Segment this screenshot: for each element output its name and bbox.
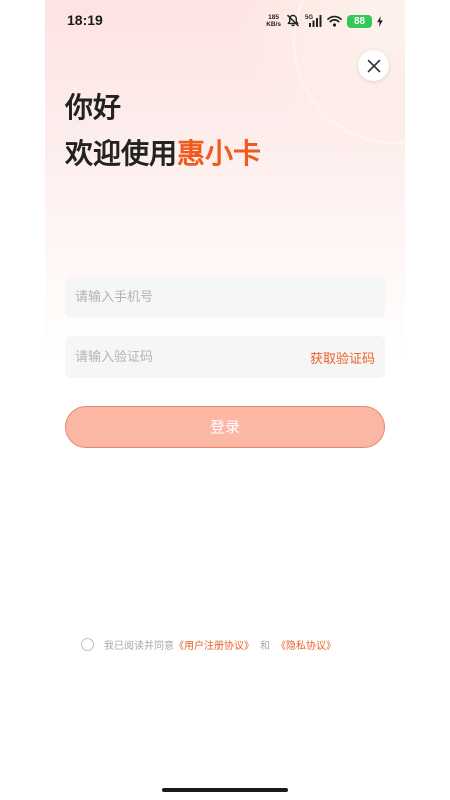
agreement-prefix: 我已阅读并同意 [104,640,174,652]
phone-input[interactable] [75,289,375,305]
close-icon [367,59,380,72]
battery-icon: 88 [347,14,372,28]
wifi-icon [327,12,342,31]
mute-icon [286,12,300,31]
status-icons: 185 KB/s 5G 88 [266,12,383,30]
get-code-button[interactable]: 获取验证码 [310,348,375,367]
phone-field[interactable] [65,276,385,318]
status-bar: 18:19 185 KB/s 5G 88 [45,0,405,40]
user-agreement-link[interactable]: 《用户注册协议》 [174,637,254,652]
network-speed: 185 KB/s [266,14,281,28]
login-screen: 18:19 185 KB/s 5G 88 你好 欢迎使用惠小卡 请输入手机号 请… [45,0,405,800]
close-button[interactable] [358,50,389,81]
network-speed-unit: KB/s [266,21,281,28]
login-button[interactable]: 登录 [65,406,385,448]
brand-name: 惠小卡 [177,137,262,170]
status-time: 18:19 [67,12,103,28]
privacy-policy-link[interactable]: 《隐私协议》 [276,637,336,652]
agreement-checkbox[interactable] [81,637,94,651]
charging-icon [377,12,383,31]
agreement-conjunction: 和 [260,640,270,652]
welcome-title: 欢迎使用惠小卡 [65,134,261,174]
agreement-row: 我已阅读并同意 《用户注册协议》 和 《隐私协议》 [81,636,381,652]
verification-code-input[interactable] [75,349,310,365]
signal-icon: 5G [305,12,322,31]
greeting-title: 你好 [65,91,122,124]
home-indicator[interactable] [162,788,288,792]
welcome-prefix: 欢迎使用 [65,137,178,170]
network-speed-value: 185 [268,14,280,21]
verification-code-field[interactable]: 获取验证码 [65,336,385,378]
network-type: 5G [305,15,313,21]
